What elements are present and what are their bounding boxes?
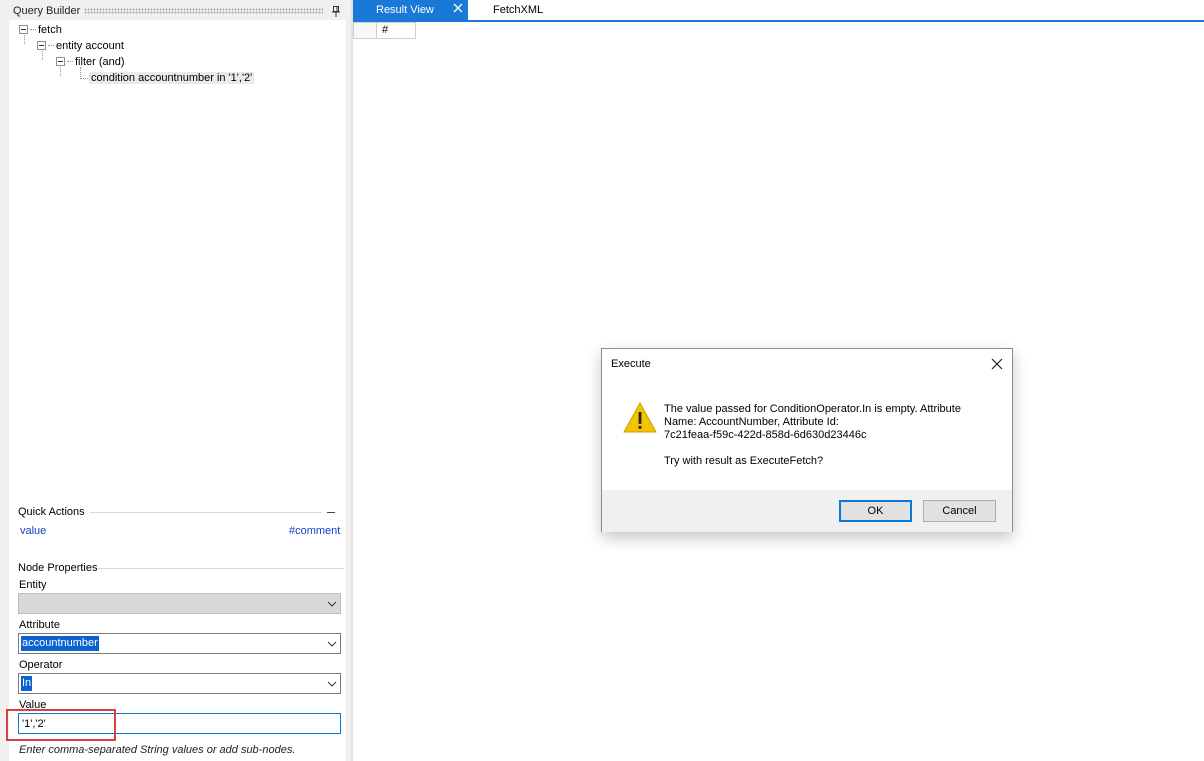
query-builder-titlebar: Query Builder xyxy=(9,3,345,19)
collapse-icon[interactable] xyxy=(19,25,28,34)
entity-dropdown xyxy=(18,593,341,614)
query-tree: fetch entity account filter (and) condit… xyxy=(9,20,346,498)
entity-label: Entity xyxy=(19,579,47,591)
node-properties-header: Node Properties xyxy=(18,561,98,575)
panel-splitter[interactable] xyxy=(351,0,353,761)
divider xyxy=(98,568,344,569)
result-grid-header: # xyxy=(353,22,416,39)
pin-icon[interactable] xyxy=(331,5,341,17)
tab-bar: Result View FetchXML xyxy=(353,0,1204,21)
quick-actions-header: Quick Actions xyxy=(18,505,85,519)
dialog-message-line: Name: AccountNumber, Attribute Id: xyxy=(664,416,839,428)
operator-selected-value: In xyxy=(21,676,33,691)
tab-label: Result View xyxy=(376,4,434,16)
dialog-message-line: The value passed for ConditionOperator.I… xyxy=(664,403,961,415)
chevron-down-icon xyxy=(327,601,337,607)
divider xyxy=(90,512,322,513)
chevron-down-icon[interactable] xyxy=(326,678,338,690)
tree-node-label: fetch xyxy=(38,23,62,36)
dialog-message-line: 7c21feaa-f59c-422d-858d-6d630d23446c xyxy=(664,429,867,441)
annotation-highlight xyxy=(6,709,116,741)
attribute-dropdown[interactable]: accountnumber xyxy=(18,633,341,654)
close-icon[interactable] xyxy=(452,2,464,14)
dialog-title: Execute xyxy=(611,358,651,370)
collapse-icon[interactable] xyxy=(37,41,46,50)
dialog-question: Try with result as ExecuteFetch? xyxy=(664,455,824,467)
query-builder-title: Query Builder xyxy=(13,5,81,17)
node-properties-title: Node Properties xyxy=(18,562,98,574)
quick-actions-title: Quick Actions xyxy=(18,506,85,518)
operator-label: Operator xyxy=(19,659,63,671)
attribute-label: Attribute xyxy=(19,619,60,631)
collapse-icon[interactable] xyxy=(56,57,65,66)
titlebar-grip xyxy=(84,8,323,14)
grid-column-header[interactable]: # xyxy=(377,22,416,39)
ok-button[interactable]: OK xyxy=(839,500,912,522)
tab-fetchxml[interactable]: FetchXML xyxy=(493,4,543,16)
operator-dropdown[interactable]: In xyxy=(18,673,341,694)
warning-icon xyxy=(623,401,657,433)
grid-select-all[interactable] xyxy=(353,22,377,39)
close-icon[interactable] xyxy=(990,357,1004,371)
tab-result-view[interactable]: Result View xyxy=(353,0,468,21)
tree-connector xyxy=(80,78,88,79)
quick-action-value-link[interactable]: value xyxy=(20,525,46,537)
tree-node-label: filter (and) xyxy=(75,55,125,68)
tree-node-label: condition accountnumber in '1','2' xyxy=(89,71,255,84)
tree-node-condition[interactable]: condition accountnumber in '1','2' xyxy=(89,70,255,85)
collapse-section-icon[interactable] xyxy=(327,512,335,513)
tree-node-label: entity account xyxy=(56,39,124,52)
attribute-selected-value: accountnumber xyxy=(21,636,99,651)
cancel-button[interactable]: Cancel xyxy=(923,500,996,522)
chevron-down-icon[interactable] xyxy=(326,638,338,650)
value-hint: Enter comma-separated String values or a… xyxy=(19,744,296,756)
tree-node-entity[interactable]: entity account xyxy=(37,38,124,53)
tree-node-fetch[interactable]: fetch xyxy=(19,22,62,37)
execute-dialog: Execute The value passed for ConditionOp… xyxy=(601,348,1013,532)
query-builder-panel: Query Builder fetch entity account filte… xyxy=(0,0,351,761)
tab-underline xyxy=(353,20,1204,22)
quick-action-comment-link[interactable]: #comment xyxy=(289,525,340,537)
tree-node-filter[interactable]: filter (and) xyxy=(56,54,125,69)
